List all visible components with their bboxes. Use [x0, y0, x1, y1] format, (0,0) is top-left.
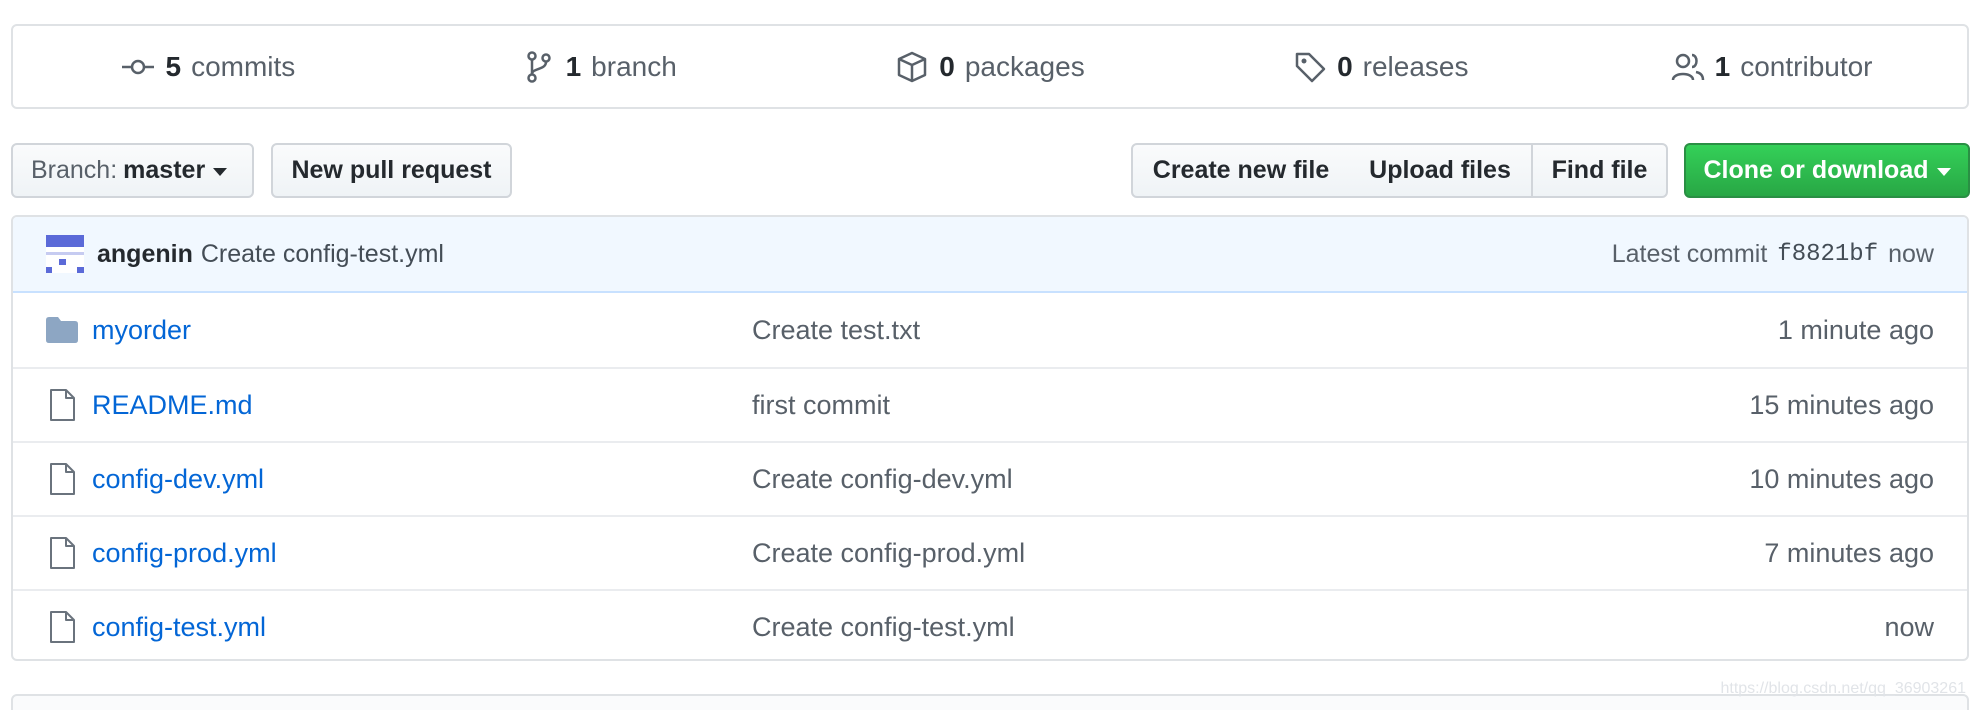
file-icon	[44, 535, 80, 571]
readme-box	[11, 694, 1969, 710]
caret-down-icon	[1936, 168, 1951, 176]
file-icon	[44, 461, 80, 497]
releases-count: 0	[1337, 50, 1353, 82]
upload-files-button[interactable]: Upload files	[1349, 143, 1533, 198]
contributors-link[interactable]: 1 contributor	[1576, 50, 1967, 84]
contributors-count: 1	[1714, 50, 1731, 82]
watermark: https://blog.csdn.net/qq_36903261	[1720, 680, 1966, 697]
file-name-link[interactable]: config-dev.yml	[92, 464, 752, 495]
file-row: myorder Create test.txt 1 minute ago	[13, 293, 1967, 367]
commit-author-link[interactable]: angenin	[97, 240, 193, 269]
file-age: 7 minutes ago	[1764, 537, 1934, 568]
new-pull-request-button[interactable]: New pull request	[271, 143, 512, 198]
latest-commit-bar: angenin Create config-test.yml Latest co…	[13, 217, 1967, 293]
file-row: README.md first commit 15 minutes ago	[13, 367, 1967, 441]
clone-download-label: Clone or download	[1703, 156, 1929, 184]
repo-summary-bar: 5 commits 1 branch 0 packages 0 releases…	[11, 24, 1969, 109]
commit-sha-link[interactable]: f8821bf	[1777, 241, 1878, 268]
people-icon	[1671, 53, 1704, 80]
commit-time: now	[1888, 239, 1934, 268]
create-new-file-button[interactable]: Create new file	[1131, 143, 1351, 198]
clone-download-button[interactable]: Clone or download	[1684, 143, 1970, 198]
file-icon	[44, 609, 80, 645]
file-age: now	[1884, 611, 1934, 642]
file-commit-message-link[interactable]: Create test.txt	[752, 315, 1778, 346]
file-row: config-dev.yml Create config-dev.yml 10 mi…	[13, 441, 1967, 515]
releases-label: releases	[1362, 50, 1469, 82]
contributors-label: contributor	[1740, 50, 1873, 82]
branch-select-button[interactable]: Branch: master	[11, 143, 254, 198]
file-commit-message-link[interactable]: Create config-prod.yml	[752, 538, 1764, 569]
file-row: config-prod.yml Create config-prod.yml 7 m…	[13, 515, 1967, 589]
commits-count: 5	[165, 50, 182, 82]
latest-commit-label: Latest commit	[1611, 239, 1768, 268]
commits-link[interactable]: 5 commits	[13, 50, 404, 84]
commit-icon	[122, 59, 155, 74]
branch-icon	[526, 50, 551, 83]
tag-icon	[1295, 52, 1326, 82]
caret-down-icon	[213, 168, 228, 176]
package-icon	[898, 51, 927, 82]
packages-count: 0	[939, 50, 955, 82]
file-name-link[interactable]: config-test.yml	[92, 612, 752, 643]
branches-link[interactable]: 1 branch	[404, 50, 795, 84]
file-rows: myorder Create test.txt 1 minute ago README…	[13, 293, 1967, 659]
file-name-link[interactable]: myorder	[92, 315, 752, 346]
file-commit-message-link[interactable]: Create config-dev.yml	[752, 464, 1749, 495]
packages-label: packages	[964, 50, 1085, 82]
commit-message-link[interactable]: Create config-test.yml	[201, 240, 444, 269]
commits-label: commits	[191, 50, 296, 82]
find-file-button[interactable]: Find file	[1531, 143, 1668, 198]
packages-link[interactable]: 0 packages	[795, 50, 1186, 84]
releases-link[interactable]: 0 releases	[1185, 50, 1576, 84]
file-age: 1 minute ago	[1777, 314, 1934, 345]
branches-label: branch	[591, 50, 677, 82]
file-age: 15 minutes ago	[1749, 389, 1934, 420]
branches-count: 1	[565, 50, 582, 82]
file-name-link[interactable]: config-prod.yml	[92, 538, 752, 569]
avatar[interactable]	[46, 235, 84, 273]
file-commit-message-link[interactable]: first commit	[752, 390, 1749, 421]
file-name-link[interactable]: README.md	[92, 390, 752, 421]
file-commit-message-link[interactable]: Create config-test.yml	[752, 612, 1884, 643]
file-icon	[44, 387, 80, 423]
latest-commit-info: Latest commit f8821bf now	[1612, 240, 1934, 269]
folder-icon	[44, 312, 80, 348]
branch-prefix-label: Branch:	[31, 156, 118, 184]
branch-name: master	[123, 156, 206, 184]
file-row: config-test.yml Create config-test.yml now	[13, 589, 1967, 659]
file-list: angenin Create config-test.yml Latest co…	[11, 215, 1969, 661]
file-age: 10 minutes ago	[1749, 463, 1934, 494]
